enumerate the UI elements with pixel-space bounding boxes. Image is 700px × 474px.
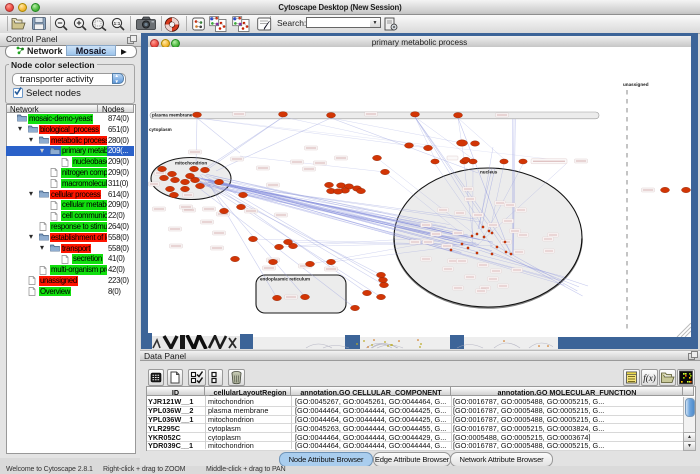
svg-text:f(x): f(x) (643, 373, 656, 383)
svg-text:cytoplasm: cytoplasm (149, 127, 172, 132)
svg-text:unassigned: unassigned (623, 82, 649, 87)
svg-text:mitochondrion: mitochondrion (175, 161, 207, 166)
svg-text:plasma membrane: plasma membrane (152, 113, 193, 118)
svg-text:nucleus: nucleus (480, 170, 498, 175)
svg-text:1:1: 1:1 (114, 21, 121, 26)
svg-text:endoplasmic reticulum: endoplasmic reticulum (260, 277, 310, 282)
